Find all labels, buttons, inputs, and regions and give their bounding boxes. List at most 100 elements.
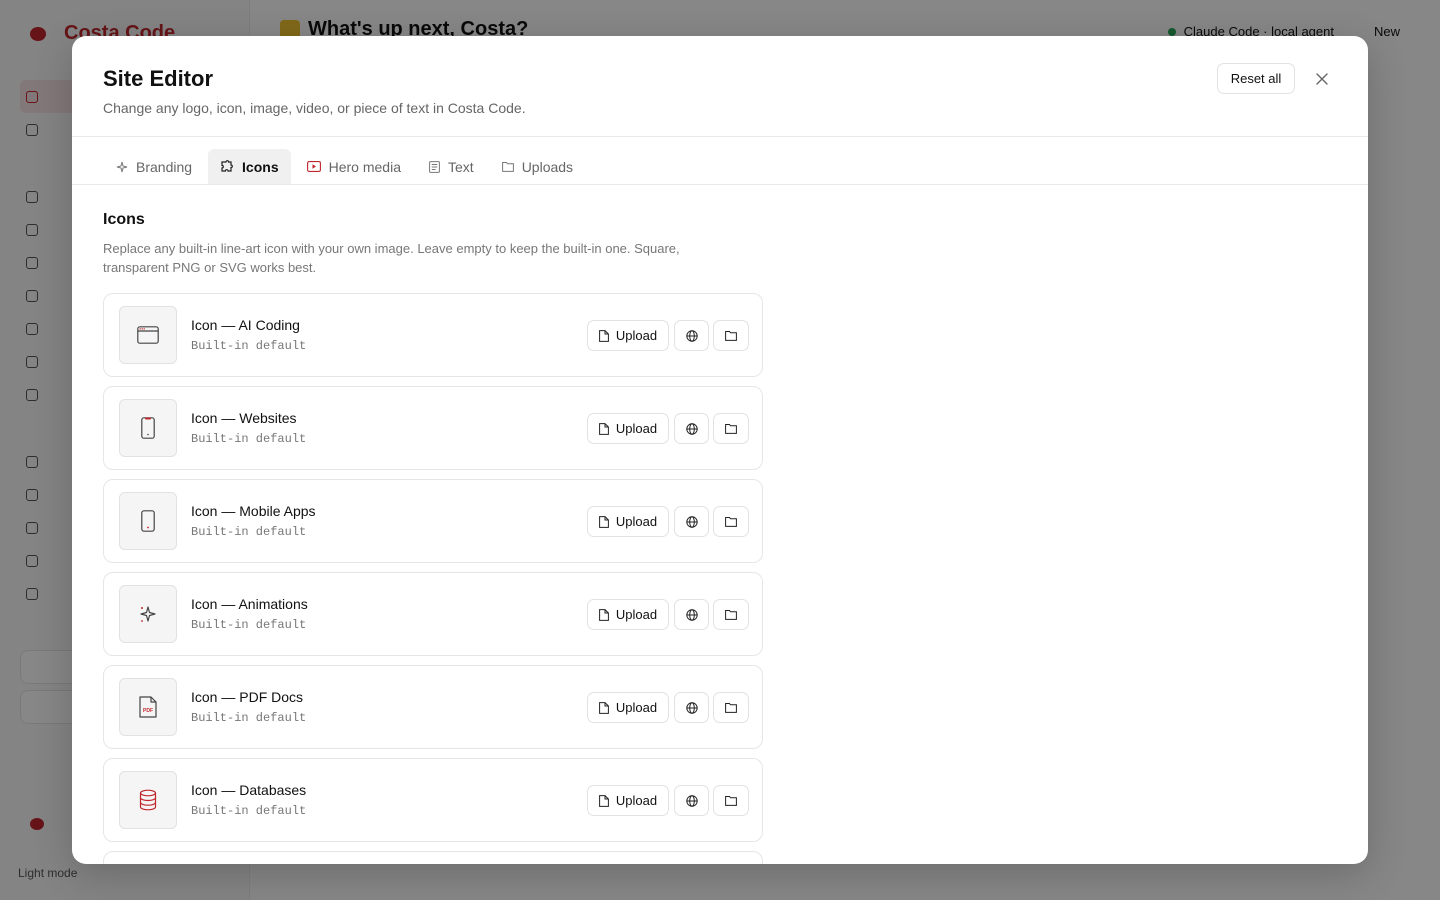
site-editor-modal: Site Editor Change any logo, icon, image… — [72, 36, 1368, 864]
section-description: Replace any built-in line-art icon with … — [103, 241, 680, 275]
icon-list: Icon — AI Coding Built-in default Upload — [103, 293, 763, 864]
close-icon — [1316, 73, 1328, 85]
tab-label: Branding — [136, 158, 193, 175]
browse-uploads-button[interactable] — [713, 320, 749, 351]
folder-icon — [725, 331, 737, 341]
row-status: Built-in default — [191, 525, 307, 539]
upload-label: Upload — [615, 607, 658, 622]
tab-text[interactable]: Text — [417, 149, 486, 184]
browse-uploads-button[interactable] — [713, 506, 749, 537]
upload-label: Upload — [615, 421, 658, 436]
tab-icons[interactable]: Icons — [208, 149, 291, 184]
pdf-file-icon: PDF — [139, 696, 157, 718]
file-icon — [598, 701, 609, 714]
browser-window-icon — [137, 326, 159, 344]
row-status: Built-in default — [191, 339, 307, 353]
upload-button[interactable]: Upload — [587, 506, 669, 537]
reset-all-button[interactable]: Reset all — [1217, 63, 1295, 94]
upload-button[interactable]: Upload — [587, 413, 669, 444]
tab-bar: Branding Icons Hero media Text Uploads — [72, 137, 1368, 185]
tab-uploads[interactable]: Uploads — [490, 149, 585, 184]
phone-notch-icon — [141, 417, 155, 439]
upload-label: Upload — [615, 328, 658, 343]
puzzle-icon — [221, 159, 233, 172]
browse-uploads-button[interactable] — [713, 413, 749, 444]
tab-label: Hero media — [328, 158, 401, 175]
row-label: Icon — PDF Docs — [191, 689, 304, 705]
icons-panel: Icons Replace any built-in line-art icon… — [103, 211, 763, 864]
mobile-phone-icon — [141, 510, 155, 532]
url-button[interactable] — [674, 692, 709, 723]
file-icon — [598, 422, 609, 435]
url-button[interactable] — [674, 413, 709, 444]
url-button[interactable] — [674, 506, 709, 537]
icon-preview — [119, 771, 177, 829]
row-status: Built-in default — [191, 432, 307, 446]
section-title: Icons — [103, 211, 145, 228]
tab-hero-media[interactable]: Hero media — [295, 149, 413, 184]
folder-icon — [725, 703, 737, 713]
file-icon — [598, 329, 609, 342]
file-icon — [598, 794, 609, 807]
svg-text:PDF: PDF — [143, 708, 153, 714]
url-button[interactable] — [674, 599, 709, 630]
modal-subtitle: Change any logo, icon, image, video, or … — [103, 100, 526, 116]
browse-uploads-button[interactable] — [713, 599, 749, 630]
globe-icon — [685, 794, 698, 807]
row-label: Icon — AI Coding — [191, 317, 300, 333]
icon-preview — [119, 306, 177, 364]
globe-icon — [685, 329, 698, 342]
row-status: Built-in default — [191, 618, 307, 632]
tab-label: Uploads — [521, 158, 574, 175]
folder-icon — [501, 162, 514, 172]
upload-button[interactable]: Upload — [587, 599, 669, 630]
tab-branding[interactable]: Branding — [104, 149, 204, 184]
upload-button[interactable]: Upload — [587, 692, 669, 723]
globe-icon — [685, 422, 698, 435]
url-button[interactable] — [674, 320, 709, 351]
video-icon — [306, 161, 321, 172]
tab-label: Icons — [242, 158, 279, 175]
upload-label: Upload — [615, 514, 658, 529]
list-item: Icon — AI Coding Built-in default Upload — [103, 293, 763, 377]
folder-icon — [725, 517, 737, 527]
globe-icon — [685, 701, 698, 714]
list-item: Icon — Websites Built-in default Upload — [103, 386, 763, 470]
row-status: Built-in default — [191, 804, 307, 818]
close-button[interactable] — [1310, 67, 1334, 91]
row-label: Icon — Websites — [191, 410, 297, 426]
upload-label: Upload — [615, 793, 658, 808]
icon-preview — [119, 585, 177, 643]
tab-label: Text — [448, 158, 474, 175]
database-icon — [139, 789, 157, 811]
file-icon — [598, 608, 609, 621]
sparkle-icon — [140, 606, 156, 622]
file-icon — [598, 515, 609, 528]
icon-preview — [119, 399, 177, 457]
row-label: Icon — Animations — [191, 596, 308, 612]
globe-icon — [685, 515, 698, 528]
browse-uploads-button[interactable] — [713, 785, 749, 816]
list-item: Icon — Animations Built-in default Uploa… — [103, 572, 763, 656]
upload-button[interactable]: Upload — [587, 785, 669, 816]
icon-preview: PDF — [119, 678, 177, 736]
sparkle-icon — [116, 161, 128, 172]
url-button[interactable] — [674, 785, 709, 816]
folder-icon — [725, 424, 737, 434]
modal-header: Site Editor Change any logo, icon, image… — [72, 36, 1368, 137]
list-item: Icon — Mobile Apps Built-in default Uplo… — [103, 479, 763, 563]
list-item: PDF Icon — PDF Docs Built-in default Upl… — [103, 665, 763, 749]
folder-icon — [725, 610, 737, 620]
icon-preview — [119, 492, 177, 550]
globe-icon — [685, 608, 698, 621]
row-label: Icon — Databases — [191, 782, 307, 798]
list-item — [103, 851, 763, 864]
list-item: Icon — Databases Built-in default Upload — [103, 758, 763, 842]
row-status: Built-in default — [191, 711, 307, 725]
upload-label: Upload — [615, 700, 658, 715]
modal-title: Site Editor — [103, 66, 214, 91]
browse-uploads-button[interactable] — [713, 692, 749, 723]
upload-button[interactable]: Upload — [587, 320, 669, 351]
row-label: Icon — Mobile Apps — [191, 503, 316, 519]
document-icon — [429, 160, 440, 173]
